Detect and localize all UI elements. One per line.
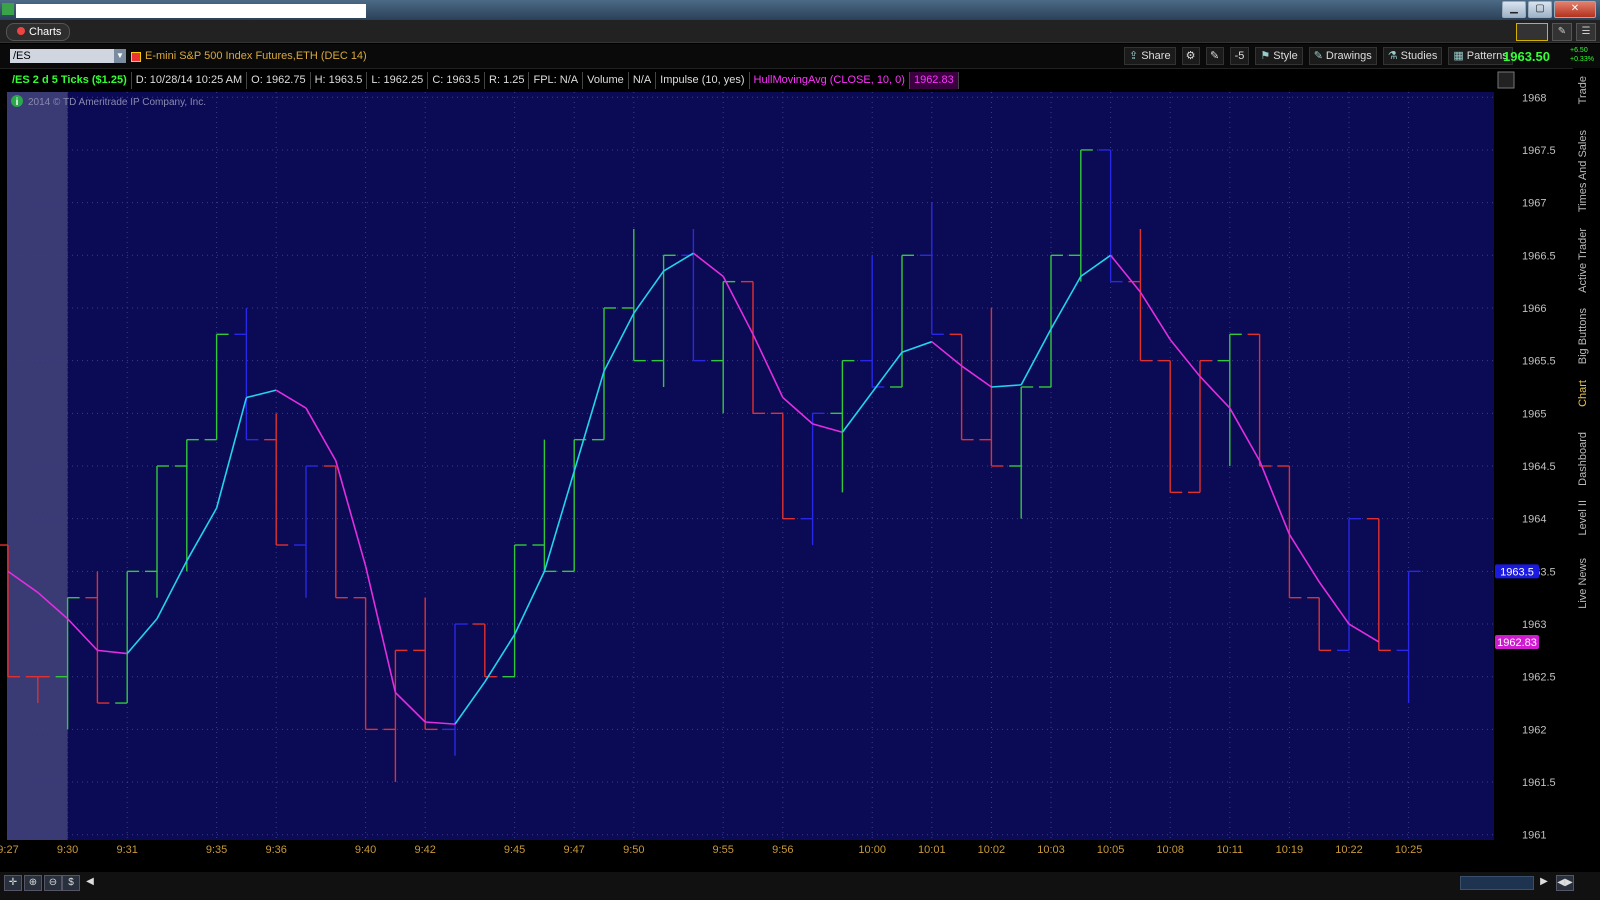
last-price-tag: 1963.5 [1500,566,1534,578]
x-tick-label: 10:01 [918,844,946,856]
x-tick-label: 9:56 [772,844,793,856]
x-tick-label: 10:08 [1156,844,1184,856]
side-tab-trade[interactable]: Trade [1577,76,1589,104]
y-tick-label: 1962.5 [1522,672,1556,684]
y-tick-label: 1965.5 [1522,356,1556,368]
y-tick-label: 1967.5 [1522,145,1556,157]
x-tick-label: 9:35 [206,844,227,856]
y-tick-label: 1966.5 [1522,250,1556,262]
x-tick-label: 10:22 [1335,844,1363,856]
price-chart[interactable]: 1968 1967.5 1967 1966.5 1966 1965.5 1965 1964.5… [0,0,1600,900]
y-tick-label: 1966 [1522,303,1546,315]
side-tab-active-trader[interactable]: Active Trader [1577,228,1589,293]
y-tick-label: 1968 [1522,92,1546,104]
x-tick-label: 10:02 [978,844,1006,856]
side-tabs: Trade Times And Sales Active Trader Big But… [1573,68,1600,868]
y-tick-label: 1961.5 [1522,777,1556,789]
crosshair-icon[interactable]: ✛ [4,875,22,891]
scroll-left-icon[interactable]: ◀ [82,875,98,889]
y-tick-label: 1965 [1522,408,1546,420]
scroll-right-icon[interactable]: ▶ [1536,875,1552,889]
y-tick-label: 1963 [1522,619,1546,631]
x-tick-label: 9:40 [355,844,376,856]
x-tick-label: 10:25 [1395,844,1423,856]
zoom-in-icon[interactable]: ⊕ [24,875,42,891]
y-tick-label: 1964 [1522,514,1546,526]
x-tick-label: 9:45 [504,844,525,856]
y-tick-label: 1967 [1522,198,1546,210]
y-tick-label: 1962 [1522,724,1546,736]
expand-icon[interactable]: ◀▶ [1556,875,1574,891]
chart-settings-icon [1497,71,1515,89]
x-tick-label: 9:30 [57,844,78,856]
x-tick-label: 10:19 [1276,844,1304,856]
x-tick-label: 9:42 [414,844,435,856]
x-tick-label: 9:47 [563,844,584,856]
x-tick-label: 9:50 [623,844,644,856]
x-tick-label: 9:36 [265,844,286,856]
x-tick-label: 10:00 [858,844,886,856]
side-tab-big-buttons[interactable]: Big Buttons [1577,308,1589,364]
side-tab-times-and-sales[interactable]: Times And Sales [1577,130,1589,212]
y-tick-label: 1961 [1522,830,1546,842]
info-icon-glyph: i [16,97,19,108]
side-tab-chart[interactable]: Chart [1577,380,1589,407]
y-tick-label: 1964.5 [1522,461,1556,473]
bottom-bar: ✛ ⊕ ⊖ $ ◀ ▶ ◀▶ [0,872,1600,900]
x-tick-label: 9:55 [712,844,733,856]
side-tab-level-ii[interactable]: Level II [1577,500,1589,535]
hma-price-tag: 1962.83 [1497,637,1537,649]
copyright-text: 2014 © TD Ameritrade IP Company, Inc. [28,97,206,108]
side-tab-dashboard[interactable]: Dashboard [1577,432,1589,486]
x-tick-label: 9:27 [0,844,19,856]
x-tick-label: 9:31 [116,844,137,856]
zoom-out-icon[interactable]: ⊖ [44,875,62,891]
x-tick-label: 10:05 [1097,844,1125,856]
side-tab-live-news[interactable]: Live News [1577,558,1589,609]
dollar-icon[interactable]: $ [62,875,80,891]
scrollbar[interactable] [1460,876,1534,890]
x-tick-label: 10:03 [1037,844,1065,856]
x-tick-label: 10:11 [1216,844,1243,856]
